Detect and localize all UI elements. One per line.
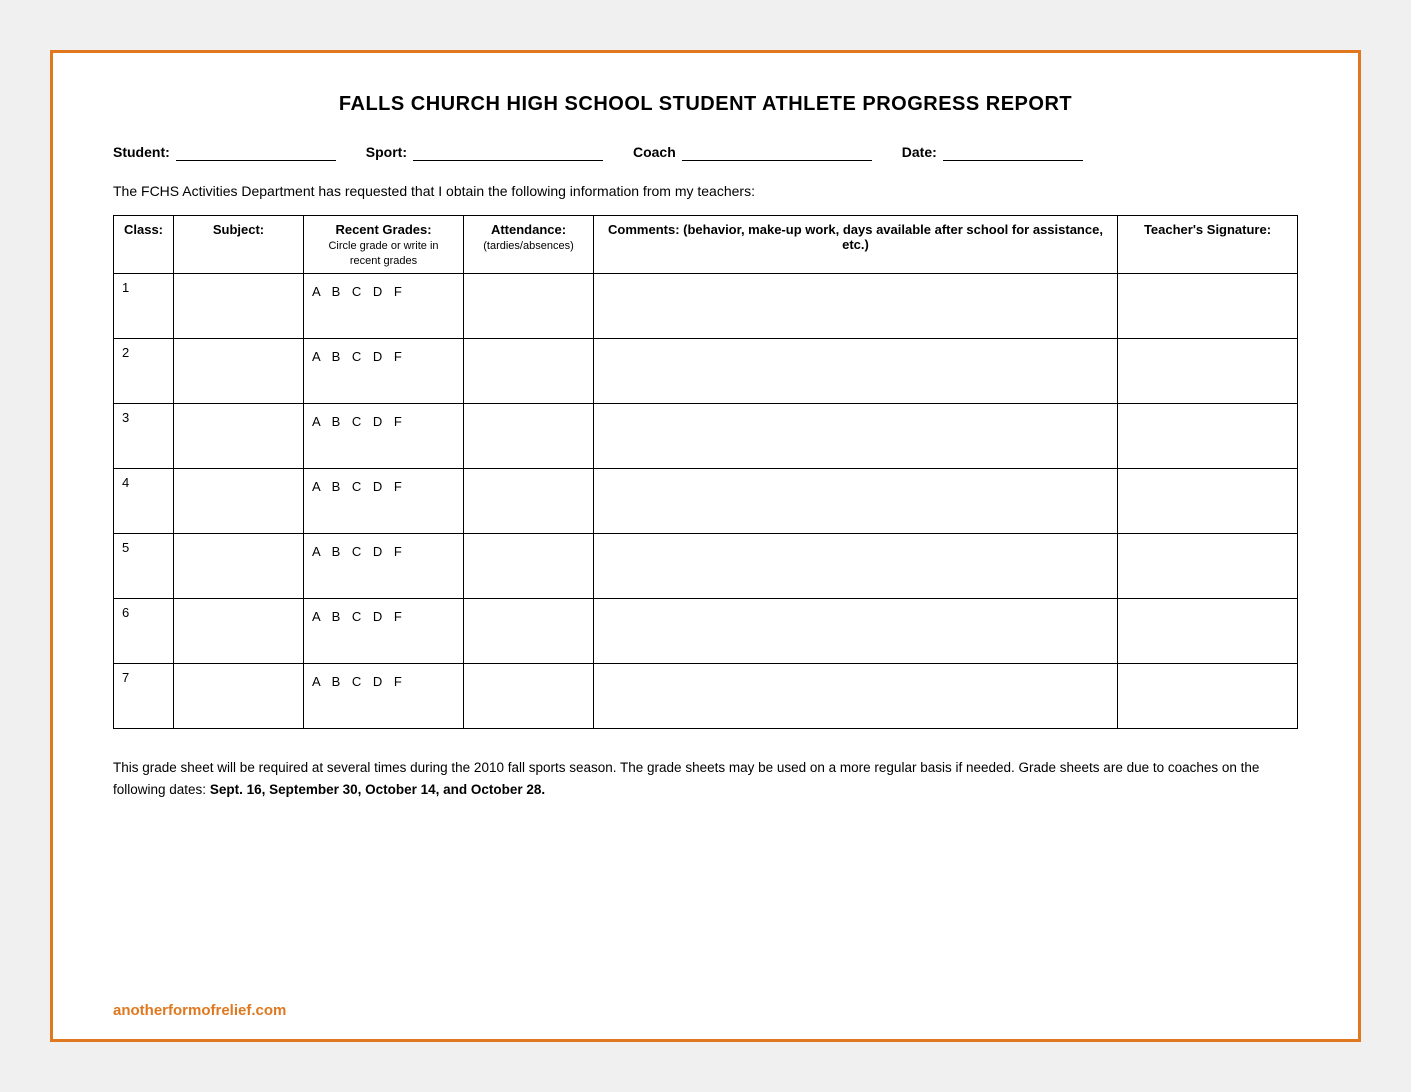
signature-cell-5[interactable] [1118,534,1298,599]
subject-cell-6[interactable] [174,599,304,664]
signature-cell-3[interactable] [1118,404,1298,469]
comments-cell-5[interactable] [594,534,1118,599]
attendance-cell-2[interactable] [464,339,594,404]
attendance-cell-4[interactable] [464,469,594,534]
row-number-7: 7 [114,664,174,729]
subject-cell-7[interactable] [174,664,304,729]
grades-cell-4: A B C D F [304,469,464,534]
comments-cell-6[interactable] [594,599,1118,664]
table-row: 4 A B C D F [114,469,1298,534]
header-subject: Subject: [174,216,304,274]
header-comments: Comments: (behavior, make-up work, days … [594,216,1118,274]
intro-text: The FCHS Activities Department has reque… [113,183,1298,199]
grades-cell-2: A B C D F [304,339,464,404]
footer-text: This grade sheet will be required at sev… [113,757,1298,800]
row-number-4: 4 [114,469,174,534]
row-number-6: 6 [114,599,174,664]
subject-cell-3[interactable] [174,404,304,469]
signature-cell-2[interactable] [1118,339,1298,404]
coach-field: Coach [633,144,872,161]
signature-cell-1[interactable] [1118,274,1298,339]
row-number-2: 2 [114,339,174,404]
coach-line[interactable] [682,144,872,161]
comments-cell-1[interactable] [594,274,1118,339]
row-number-1: 1 [114,274,174,339]
attendance-cell-7[interactable] [464,664,594,729]
grades-cell-3: A B C D F [304,404,464,469]
sport-field: Sport: [366,144,603,161]
student-line[interactable] [176,144,336,161]
sport-line[interactable] [413,144,603,161]
attendance-cell-3[interactable] [464,404,594,469]
grades-cell-7: A B C D F [304,664,464,729]
comments-cell-7[interactable] [594,664,1118,729]
subject-cell-4[interactable] [174,469,304,534]
row-number-3: 3 [114,404,174,469]
watermark-url: anotherformofrelief.com [113,1002,286,1019]
header-class: Class: [114,216,174,274]
main-table: Class: Subject: Recent Grades: Circle gr… [113,215,1298,729]
sport-label: Sport: [366,144,407,160]
table-header-row: Class: Subject: Recent Grades: Circle gr… [114,216,1298,274]
table-row: 2 A B C D F [114,339,1298,404]
grades-cell-5: A B C D F [304,534,464,599]
grades-cell-1: A B C D F [304,274,464,339]
comments-cell-2[interactable] [594,339,1118,404]
signature-cell-7[interactable] [1118,664,1298,729]
row-number-5: 5 [114,534,174,599]
subject-cell-2[interactable] [174,339,304,404]
table-row: 6 A B C D F [114,599,1298,664]
subject-cell-1[interactable] [174,274,304,339]
date-label: Date: [902,144,937,160]
attendance-cell-1[interactable] [464,274,594,339]
table-row: 1 A B C D F [114,274,1298,339]
grades-cell-6: A B C D F [304,599,464,664]
student-field: Student: [113,144,336,161]
comments-cell-4[interactable] [594,469,1118,534]
table-row: 5 A B C D F [114,534,1298,599]
signature-cell-6[interactable] [1118,599,1298,664]
header-attendance: Attendance: (tardies/absences) [464,216,594,274]
date-field: Date: [902,144,1083,161]
page-title: FALLS CHURCH HIGH SCHOOL STUDENT ATHLETE… [113,93,1298,116]
comments-cell-3[interactable] [594,404,1118,469]
page-container: FALLS CHURCH HIGH SCHOOL STUDENT ATHLETE… [50,50,1361,1042]
subject-cell-5[interactable] [174,534,304,599]
header-signature: Teacher's Signature: [1118,216,1298,274]
signature-cell-4[interactable] [1118,469,1298,534]
attendance-cell-6[interactable] [464,599,594,664]
date-line[interactable] [943,144,1083,161]
table-row: 3 A B C D F [114,404,1298,469]
coach-label: Coach [633,144,676,160]
form-fields-row: Student: Sport: Coach Date: [113,144,1298,161]
table-row: 7 A B C D F [114,664,1298,729]
header-grades: Recent Grades: Circle grade or write in … [304,216,464,274]
attendance-cell-5[interactable] [464,534,594,599]
student-label: Student: [113,144,170,160]
